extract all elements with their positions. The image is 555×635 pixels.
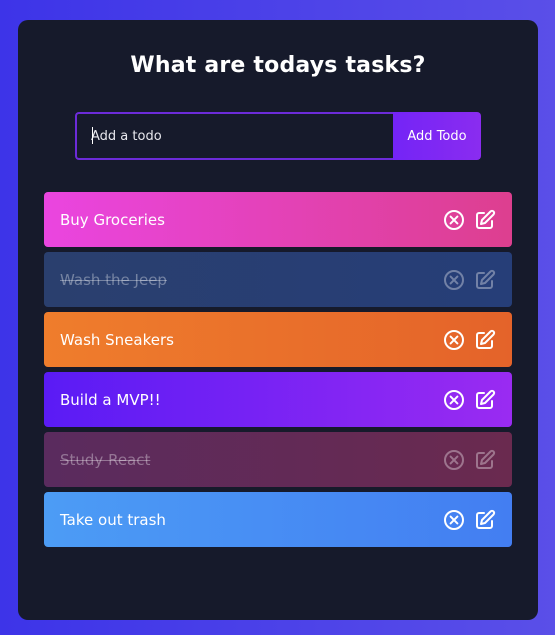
todo-item[interactable]: Buy Groceries — [44, 192, 512, 247]
close-circle-icon[interactable] — [443, 209, 465, 231]
todo-item-label[interactable]: Wash Sneakers — [60, 331, 443, 349]
close-circle-icon[interactable] — [443, 329, 465, 351]
todo-item-label[interactable]: Build a MVP!! — [60, 391, 443, 409]
close-circle-icon[interactable] — [443, 269, 465, 291]
page-title: What are todays tasks? — [130, 53, 426, 78]
todo-item-label[interactable]: Wash the Jeep — [60, 271, 443, 289]
todo-input[interactable] — [75, 112, 393, 160]
edit-icon[interactable] — [474, 449, 496, 471]
todo-item[interactable]: Build a MVP!! — [44, 372, 512, 427]
edit-icon[interactable] — [474, 269, 496, 291]
add-todo-button[interactable]: Add Todo — [393, 112, 481, 160]
edit-icon[interactable] — [474, 389, 496, 411]
close-circle-icon[interactable] — [443, 509, 465, 531]
todo-list: Buy Groceries Wash the Jeep Wash Sneakers B… — [44, 192, 512, 552]
todo-item[interactable]: Study React — [44, 432, 512, 487]
close-circle-icon[interactable] — [443, 449, 465, 471]
todo-form: Add Todo — [75, 112, 481, 160]
todo-input-wrapper — [75, 112, 393, 160]
todo-item[interactable]: Wash the Jeep — [44, 252, 512, 307]
todo-item-label[interactable]: Buy Groceries — [60, 211, 443, 229]
todo-item-actions — [443, 449, 496, 471]
todo-app: What are todays tasks? Add Todo Buy Groc… — [18, 20, 538, 620]
todo-item[interactable]: Take out trash — [44, 492, 512, 547]
todo-item-label[interactable]: Take out trash — [60, 511, 443, 529]
todo-item-label[interactable]: Study React — [60, 451, 443, 469]
todo-item-actions — [443, 389, 496, 411]
todo-item-actions — [443, 509, 496, 531]
todo-item-actions — [443, 269, 496, 291]
edit-icon[interactable] — [474, 209, 496, 231]
edit-icon[interactable] — [474, 509, 496, 531]
todo-item-actions — [443, 329, 496, 351]
text-caret — [92, 127, 93, 144]
edit-icon[interactable] — [474, 329, 496, 351]
todo-item-actions — [443, 209, 496, 231]
close-circle-icon[interactable] — [443, 389, 465, 411]
todo-item[interactable]: Wash Sneakers — [44, 312, 512, 367]
